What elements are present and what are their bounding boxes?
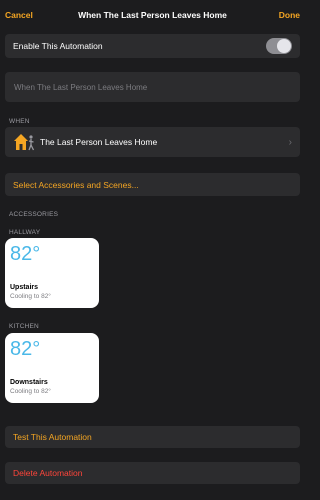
- automation-name-field[interactable]: When The Last Person Leaves Home: [5, 72, 300, 102]
- tile-status: Cooling to 82°: [10, 388, 51, 395]
- delete-automation-button[interactable]: Delete Automation: [5, 462, 300, 484]
- tile-name: Upstairs: [10, 284, 39, 291]
- navigation-bar: Cancel When The Last Person Leaves Home …: [0, 0, 305, 30]
- when-section-label: WHEN: [9, 118, 30, 125]
- toggle-knob: [277, 39, 291, 53]
- tile-status: Cooling to 82°: [10, 293, 51, 300]
- page-title: When The Last Person Leaves Home: [78, 10, 227, 20]
- enable-automation-row: Enable This Automation: [5, 34, 300, 58]
- enable-automation-label: Enable This Automation: [13, 41, 103, 51]
- tile-temperature: 82°: [10, 243, 41, 265]
- delete-automation-label: Delete Automation: [13, 468, 83, 478]
- automation-name-text: When The Last Person Leaves Home: [14, 82, 148, 92]
- select-accessories-button[interactable]: Select Accessories and Scenes...: [5, 173, 300, 196]
- cancel-button[interactable]: Cancel: [5, 10, 33, 20]
- thermostat-tile-downstairs[interactable]: 82° Downstairs Cooling to 82°: [5, 333, 99, 403]
- room-label-hallway: HALLWAY: [9, 229, 41, 236]
- home-person-leaving-icon: [13, 132, 35, 152]
- test-automation-button[interactable]: Test This Automation: [5, 426, 300, 448]
- accessories-section-label: ACCESSORIES: [9, 211, 59, 218]
- when-trigger-row[interactable]: The Last Person Leaves Home ›: [5, 127, 300, 157]
- done-button[interactable]: Done: [279, 10, 300, 20]
- select-accessories-label: Select Accessories and Scenes...: [13, 179, 139, 190]
- test-automation-label: Test This Automation: [13, 432, 92, 442]
- tile-temperature: 82°: [10, 338, 41, 360]
- thermostat-tile-upstairs[interactable]: 82° Upstairs Cooling to 82°: [5, 238, 99, 308]
- tile-name: Downstairs: [10, 379, 48, 386]
- when-trigger-label: The Last Person Leaves Home: [40, 137, 158, 147]
- enable-automation-toggle[interactable]: [266, 38, 292, 54]
- room-label-kitchen: KITCHEN: [9, 323, 39, 330]
- chevron-right-icon: ›: [288, 136, 292, 148]
